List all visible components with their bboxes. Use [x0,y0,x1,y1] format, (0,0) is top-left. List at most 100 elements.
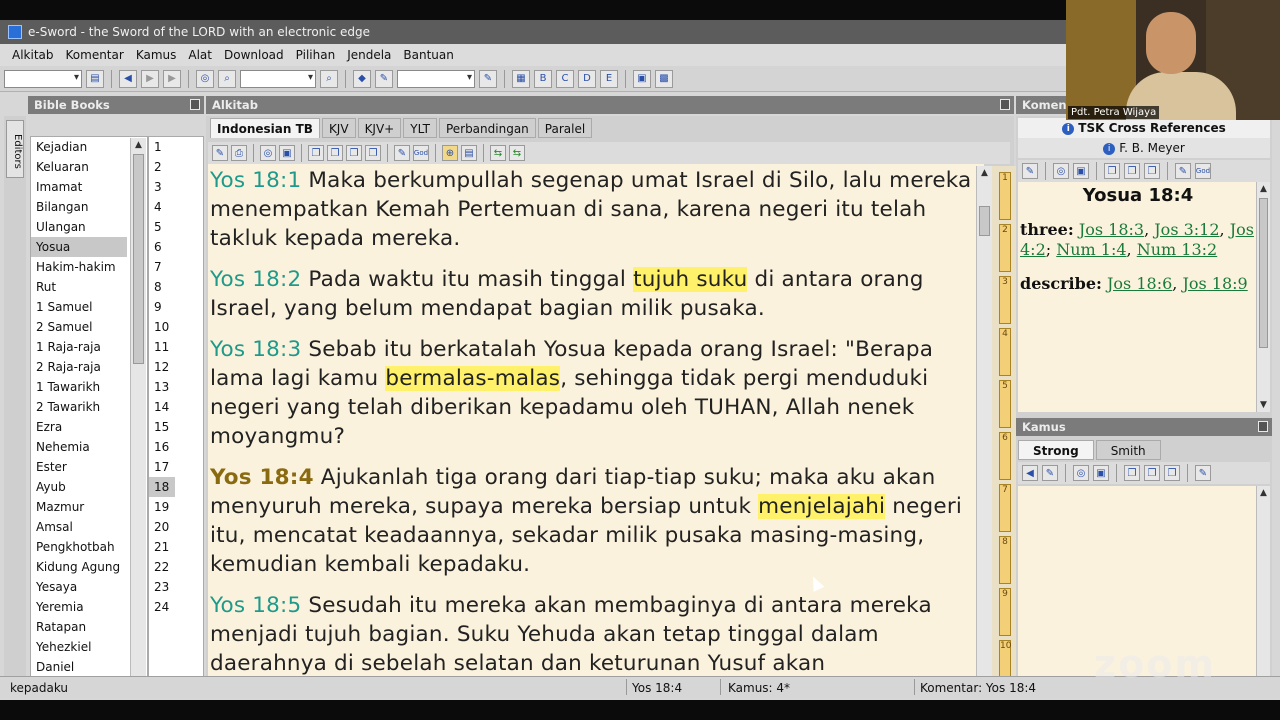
chapter-item[interactable]: 5 [149,217,203,237]
highlight-combo[interactable] [397,69,475,88]
note-icon[interactable]: ✎ [1175,163,1191,179]
compare-icon[interactable]: ❐ [365,145,381,161]
search-replace-icon[interactable]: ⌕ [218,69,236,88]
book-list-scrollbar[interactable]: ▲ ▼ [130,138,146,692]
chapter-item[interactable]: 18 [149,477,175,497]
copy-verses-icon[interactable]: ❐ [1124,163,1140,179]
copy-verses-icon[interactable]: ❐ [327,145,343,161]
chapter-item[interactable]: 9 [149,297,203,317]
verse[interactable]: Yos 18:3 Sebab itu berkatalah Yosua kepa… [210,335,984,451]
chapter-item[interactable]: 24 [149,597,203,617]
book-icon[interactable]: ▤ [86,69,104,88]
chapter-item[interactable]: 13 [149,377,203,397]
verse-reference[interactable]: Yos 18:3 [210,337,301,362]
menu-komentar[interactable]: Komentar [66,48,124,62]
bible-text-scrollbar[interactable]: ▲ ▼ [976,166,992,692]
chapter-item[interactable]: 11 [149,337,203,357]
copy-plus-icon[interactable]: ❐ [346,145,362,161]
bookmark-icon[interactable]: ▣ [279,145,295,161]
chapter-item[interactable]: 16 [149,437,203,457]
sync-right-icon[interactable]: ⇆ [509,145,525,161]
chapter-item[interactable]: 12 [149,357,203,377]
chapter-item[interactable]: 15 [149,417,203,437]
chapter-item[interactable]: 22 [149,557,203,577]
bible-text[interactable]: Yos 18:1 Maka berkumpullah segenap umat … [208,164,984,692]
cross-reference-link[interactable]: Jos 3:12 [1154,220,1219,239]
chapter-item[interactable]: 21 [149,537,203,557]
tsk-tab[interactable]: i TSK Cross References [1018,118,1270,138]
verse[interactable]: Yos 18:1 Maka berkumpullah segenap umat … [210,166,984,253]
cross-reference-link[interactable]: Jos 18:6 [1107,274,1172,293]
pin-icon[interactable] [1258,421,1268,432]
forward-end-icon[interactable]: ▶ [163,69,181,88]
sync-left-icon[interactable]: ⇆ [490,145,506,161]
highlighter-icon[interactable]: ✎ [375,69,393,88]
scroll-up-icon[interactable]: ▲ [1257,182,1270,196]
binoculars-icon[interactable]: ◎ [196,69,214,88]
chapter-item[interactable]: 8 [149,277,203,297]
dictionary-scrollbar[interactable]: ▲ ▼ [1256,486,1270,692]
tab-version[interactable]: Perbandingan [438,118,536,138]
edit-icon[interactable]: ✎ [212,145,228,161]
verse-combo[interactable] [4,69,82,88]
chapter-item[interactable]: 7 [149,257,203,277]
verse-reference[interactable]: Yos 18:1 [210,168,301,193]
tab-smith[interactable]: Smith [1095,440,1161,460]
forward-arrow-icon[interactable]: ▶ [141,69,159,88]
pin-icon[interactable] [1000,99,1010,110]
verse-reference[interactable]: Yos 18:4 [210,465,314,490]
bible-b-icon[interactable]: B [534,69,552,88]
chapter-item[interactable]: 23 [149,577,203,597]
edit-icon[interactable]: ✎ [1042,465,1058,481]
binoculars-icon[interactable]: ◎ [1053,163,1069,179]
chapter-item[interactable]: 10 [149,317,203,337]
meyer-tab[interactable]: i F. B. Meyer [1018,138,1270,158]
edit-icon[interactable]: ✎ [1022,163,1038,179]
verse[interactable]: Yos 18:4 Ajukanlah tiga orang dari tiap-… [210,463,984,579]
tab-version[interactable]: KJV [321,118,356,138]
chapter-item[interactable]: 6 [149,237,203,257]
graphics-icon[interactable]: ▩ [655,69,673,88]
margin-mark[interactable]: 2 [999,224,1011,272]
compare-icon[interactable]: ❐ [1164,465,1180,481]
menu-download[interactable]: Download [224,48,284,62]
print-icon[interactable]: ⎙ [231,145,247,161]
bookmark-icon[interactable]: ▣ [1093,465,1109,481]
copy-icon[interactable]: ❐ [1124,465,1140,481]
chapter-item[interactable]: 19 [149,497,203,517]
scroll-down-icon[interactable]: ▼ [1257,398,1270,412]
tab-version[interactable]: Indonesian TB [210,118,320,138]
commentary-scrollbar[interactable]: ▲ ▼ [1256,182,1270,412]
copy-icon[interactable]: ❐ [1104,163,1120,179]
cross-reference-link[interactable]: Jos 18:3 [1079,220,1144,239]
chapter-item[interactable]: 14 [149,397,203,417]
scroll-up-icon[interactable]: ▲ [1257,486,1270,500]
eraser-icon[interactable]: ◆ [353,69,371,88]
verse-reference[interactable]: Yos 18:2 [210,267,301,292]
verse[interactable]: Yos 18:5 Sesudah itu mereka akan membagi… [210,591,984,678]
pen-icon[interactable]: ✎ [479,69,497,88]
tab-version[interactable]: KJV+ [357,118,402,138]
copy-verses-icon[interactable]: ❐ [1144,465,1160,481]
tab-version[interactable]: Paralel [537,118,593,138]
bookmark-icon[interactable]: ▣ [1073,163,1089,179]
scroll-up-icon[interactable]: ▲ [131,138,146,152]
tab-strong[interactable]: Strong [1018,440,1094,460]
cross-reference-link[interactable]: Jos 18:9 [1182,274,1247,293]
margin-mark[interactable]: 1 [999,172,1011,220]
cross-reference-link[interactable]: Num 1:4 [1056,240,1126,259]
chapter-item[interactable]: 3 [149,177,203,197]
menu-jendela[interactable]: Jendela [347,48,391,62]
binoculars-icon[interactable]: ◎ [260,145,276,161]
verse-reference[interactable]: Yos 18:5 [210,593,301,618]
zoom-icon[interactable]: ⊕ [442,145,458,161]
chapter-item[interactable]: 20 [149,517,203,537]
note-icon[interactable]: ✎ [394,145,410,161]
margin-mark[interactable]: 3 [999,276,1011,324]
editor-e-icon[interactable]: E [600,69,618,88]
chapter-item[interactable]: 17 [149,457,203,477]
margin-mark[interactable]: 7 [999,484,1011,532]
verse[interactable]: Yos 18:2 Pada waktu itu masih tinggal tu… [210,265,984,323]
chapter-item[interactable]: 4 [149,197,203,217]
book-item[interactable]: Yosua [31,237,127,257]
